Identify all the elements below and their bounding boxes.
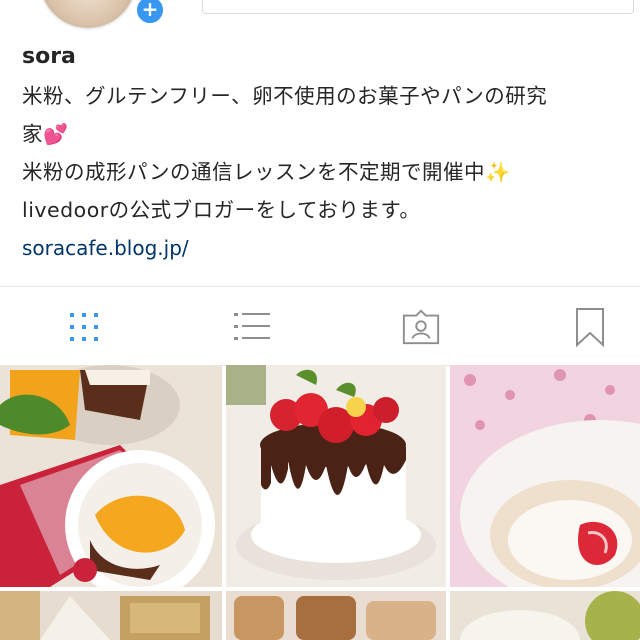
- tab-grid[interactable]: [64, 307, 104, 347]
- post-image: [0, 591, 222, 640]
- bio-line-1: 米粉、グルテンフリー、卵不使用のお菓子やパンの研究: [22, 84, 548, 108]
- post-image: [450, 365, 640, 587]
- post-thumbnail[interactable]: [0, 365, 222, 587]
- list-icon: [234, 313, 270, 340]
- tab-list[interactable]: [232, 307, 272, 347]
- post-image: [450, 591, 640, 640]
- website-link[interactable]: soracafe.blog.jp/: [22, 229, 622, 267]
- post-thumbnail[interactable]: [450, 591, 640, 640]
- post-grid: [0, 365, 640, 640]
- add-story-icon[interactable]: +: [134, 0, 166, 26]
- username: sora: [22, 44, 76, 69]
- sparkles-emoji: ✨: [485, 160, 511, 184]
- post-thumbnail[interactable]: [0, 591, 222, 640]
- bio-line-3: 米粉の成形パンの通信レッスンを不定期で開催中✨: [22, 160, 511, 184]
- avatar[interactable]: [38, 0, 138, 30]
- tagged-icon: [402, 309, 440, 345]
- edit-profile-button[interactable]: [202, 0, 634, 14]
- bookmark-icon: [576, 308, 604, 347]
- grid-icon: [70, 313, 98, 341]
- post-image: [226, 365, 446, 587]
- post-thumbnail[interactable]: [226, 591, 446, 640]
- post-thumbnail[interactable]: [450, 365, 640, 587]
- tab-saved[interactable]: [570, 307, 610, 347]
- bio-line-2: 家💕: [22, 122, 69, 146]
- post-image: [226, 591, 446, 640]
- profile-header: +: [0, 0, 640, 30]
- hearts-emoji: 💕: [43, 122, 69, 146]
- profile-tabs: [0, 286, 640, 366]
- tab-tagged[interactable]: [401, 307, 441, 347]
- profile-bio: sora 米粉、グルテンフリー、卵不使用のお菓子やパンの研究 家💕 米粉の成形パ…: [22, 44, 622, 267]
- post-thumbnail[interactable]: [226, 365, 446, 587]
- post-image: [0, 365, 222, 587]
- bio-line-4: livedoorの公式ブロガーをしております。: [22, 198, 421, 222]
